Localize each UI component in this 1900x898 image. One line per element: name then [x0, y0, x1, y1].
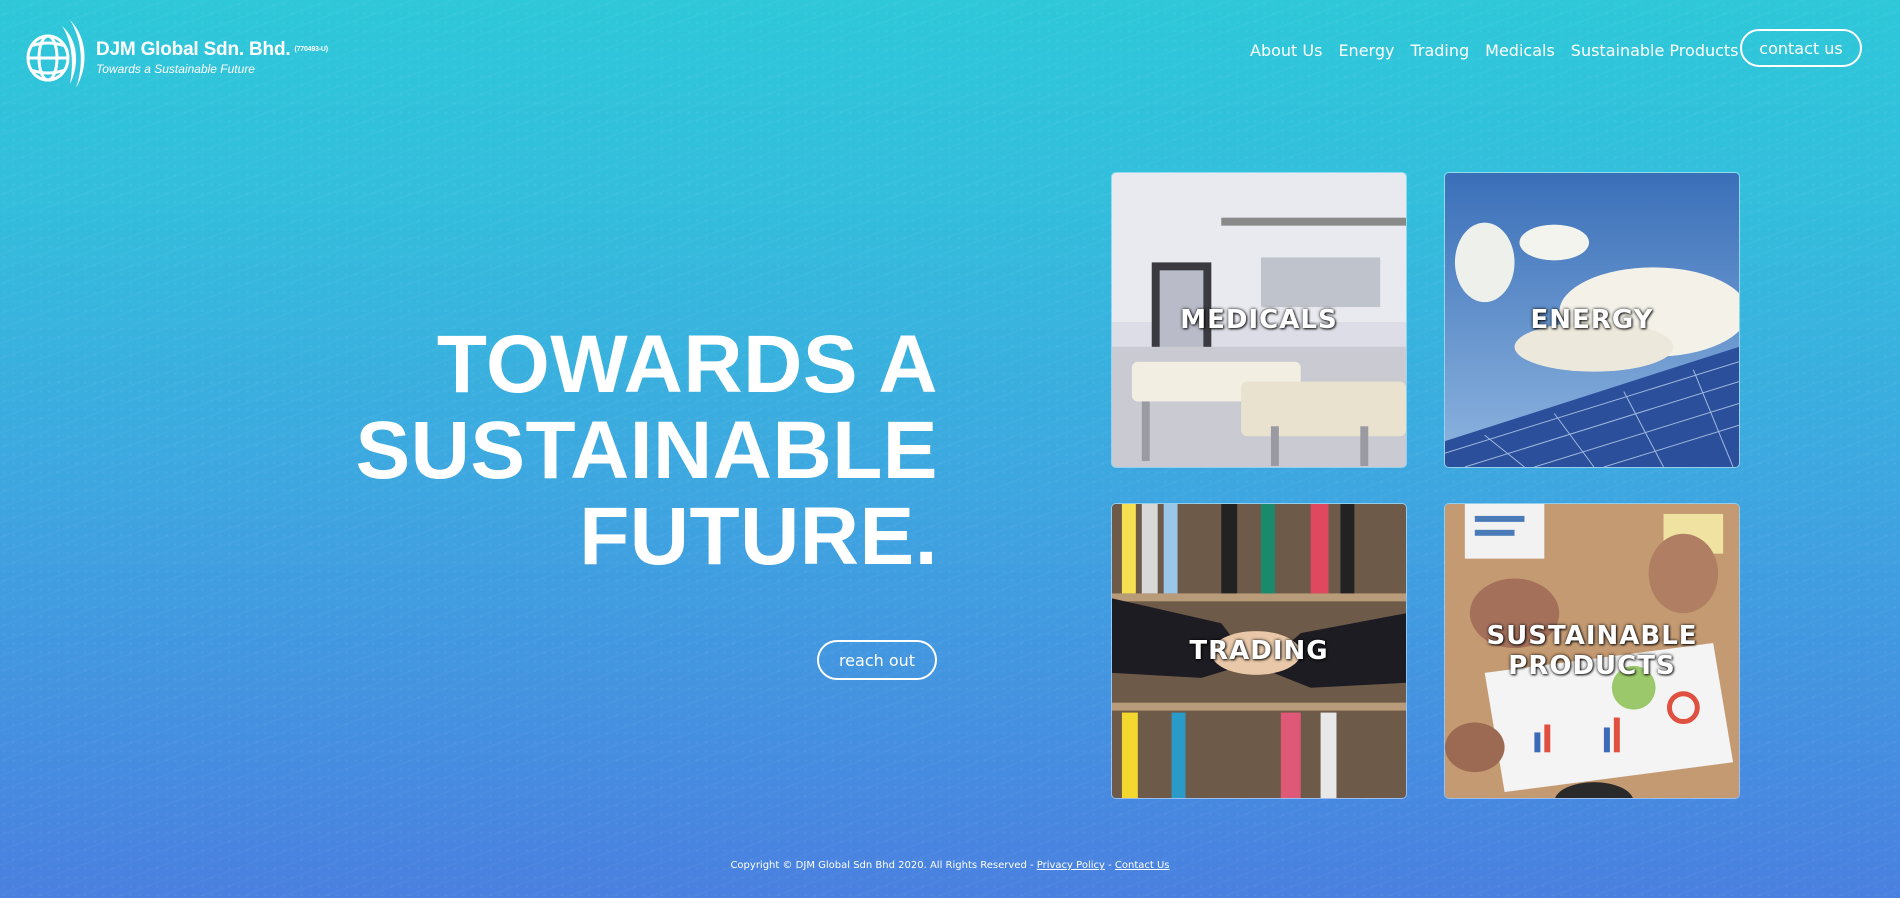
brand-logo[interactable]: DJM Global Sdn. Bhd. (770493-U) Towards a… [24, 18, 328, 90]
contact-us-button[interactable]: contact us [1740, 29, 1862, 67]
nav-item-sustainable-products[interactable]: Sustainable Products [1571, 41, 1739, 60]
footer-copyright: Copyright © DJM Global Sdn Bhd 2020. All… [730, 860, 1034, 871]
tile-label-energy: ENERGY [1530, 305, 1654, 335]
hero-title-line: SUSTAINABLE [355, 405, 938, 496]
tile-label-line: SUSTAINABLE [1486, 621, 1698, 651]
tile-label-medicals: MEDICALS [1180, 305, 1338, 335]
brand-name: DJM Global Sdn. Bhd. (770493-U) [96, 38, 328, 60]
brand-registration: (770493-U) [294, 45, 328, 53]
nav-item-energy[interactable]: Energy [1338, 41, 1394, 60]
hero-title-line: TOWARDS A [436, 319, 938, 410]
nav-item-about-us[interactable]: About Us [1250, 41, 1322, 60]
privacy-policy-link[interactable]: Privacy Policy [1037, 860, 1105, 871]
tile-label-sustainable-products: SUSTAINABLE PRODUCTS [1445, 621, 1739, 681]
hero-title-line: FUTURE. [579, 491, 938, 582]
main-nav: About Us Energy Trading Medicals Sustain… [1250, 41, 1739, 60]
tile-label-line: PRODUCTS [1508, 651, 1676, 681]
tile-sustainable-products[interactable]: SUSTAINABLE PRODUCTS [1444, 503, 1740, 799]
contact-us-link[interactable]: Contact Us [1115, 860, 1170, 871]
nav-item-medicals[interactable]: Medicals [1485, 41, 1555, 60]
nav-item-trading[interactable]: Trading [1410, 41, 1469, 60]
tile-energy[interactable]: ENERGY [1444, 172, 1740, 468]
tile-trading[interactable]: TRADING [1111, 503, 1407, 799]
globe-logo-icon [26, 20, 85, 88]
tile-label-trading: TRADING [1189, 636, 1329, 666]
footer-separator: - [1108, 860, 1112, 871]
hero-title: TOWARDS A SUSTAINABLE FUTURE. [260, 322, 938, 580]
tile-medicals[interactable]: MEDICALS [1111, 172, 1407, 468]
footer: Copyright © DJM Global Sdn Bhd 2020. All… [0, 860, 1900, 871]
reach-out-button[interactable]: reach out [817, 640, 937, 680]
brand-tagline: Towards a Sustainable Future [96, 61, 255, 76]
